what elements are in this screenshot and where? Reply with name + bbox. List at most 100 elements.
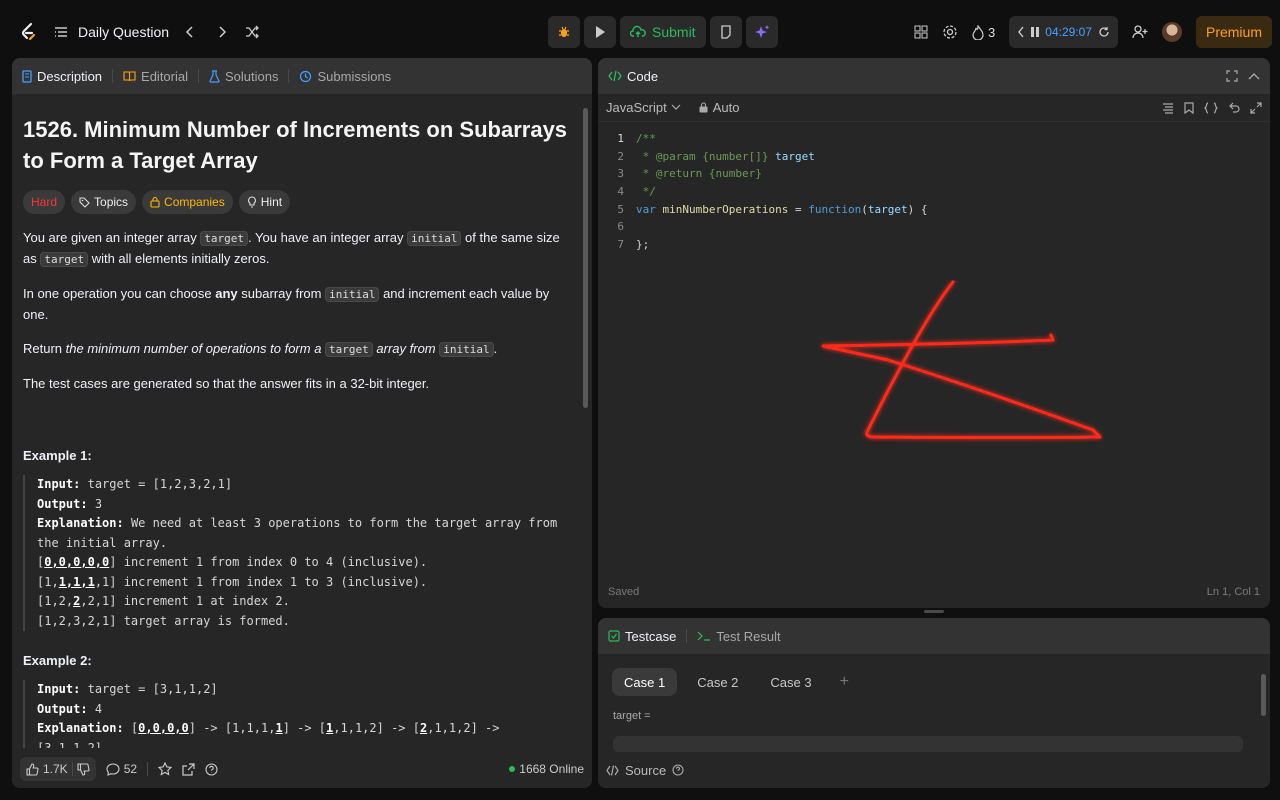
undo-icon[interactable] bbox=[1228, 102, 1240, 114]
case-3-tab[interactable]: Case 3 bbox=[758, 668, 823, 696]
bold-text: any bbox=[215, 286, 238, 301]
expand-icon[interactable] bbox=[1250, 101, 1262, 114]
code-line[interactable]: 2 * @param {number[]} target bbox=[598, 148, 1270, 166]
code-text: var minNumberOperations = function(targe… bbox=[628, 203, 927, 216]
online-dot bbox=[509, 766, 516, 772]
collapse-icon[interactable] bbox=[1248, 72, 1260, 80]
code-line[interactable]: 4 */ bbox=[598, 183, 1270, 201]
topics-badge[interactable]: Topics bbox=[71, 190, 137, 214]
share-icon[interactable] bbox=[182, 762, 195, 776]
testcase-scrollbar[interactable] bbox=[1261, 674, 1266, 716]
tab-separator bbox=[686, 629, 688, 643]
submit-button[interactable]: Submit bbox=[620, 16, 706, 48]
debug-button[interactable] bbox=[548, 16, 580, 48]
settings-gear-icon[interactable] bbox=[942, 24, 958, 40]
daily-question-title[interactable]: Daily Question bbox=[78, 24, 169, 40]
code-line[interactable]: 5 var minNumberOperations = function(targ… bbox=[598, 200, 1270, 218]
notes-button[interactable] bbox=[709, 16, 742, 48]
like-button[interactable]: 1.7K bbox=[20, 757, 96, 781]
step-text: [1,2,3,2,1] target array is formed. bbox=[37, 613, 290, 628]
reset-icon[interactable] bbox=[1098, 26, 1110, 38]
paragraph-4: The test cases are generated so that the… bbox=[23, 376, 430, 391]
help-icon[interactable] bbox=[205, 762, 218, 776]
cloud-upload-icon bbox=[630, 25, 646, 39]
code-token: * @param {number[]} bbox=[636, 149, 776, 163]
tab-separator bbox=[198, 69, 199, 83]
problem-badges: Hard Topics Companies Hint bbox=[23, 190, 567, 214]
target-input[interactable] bbox=[613, 736, 1243, 752]
explanation-label: Explanation: bbox=[37, 516, 124, 530]
premium-button[interactable]: Premium bbox=[1195, 16, 1272, 48]
language-select[interactable]: JavaScript bbox=[606, 100, 681, 115]
explanation-step: [1,1,1,1,1] increment 1 from index 1 to … bbox=[37, 573, 568, 593]
code-line[interactable]: 3 * @return {number} bbox=[598, 165, 1270, 183]
tab-submissions[interactable]: Submissions bbox=[299, 69, 391, 84]
format-icon[interactable] bbox=[1162, 102, 1174, 114]
step-highlight: 0,0,0,0 bbox=[138, 721, 189, 735]
auto-mode[interactable]: Auto bbox=[699, 100, 740, 115]
code-line[interactable]: 7}; bbox=[598, 236, 1270, 254]
code-token: ) { bbox=[907, 202, 928, 216]
companies-badge[interactable]: Companies bbox=[142, 190, 233, 214]
flask-icon bbox=[209, 69, 220, 83]
mode-label: Auto bbox=[712, 100, 740, 115]
leetcode-logo-icon[interactable] bbox=[16, 20, 40, 44]
lightbulb-icon bbox=[247, 196, 257, 208]
italic-text: the minimum number of operations to form… bbox=[65, 341, 326, 356]
pause-icon[interactable] bbox=[1031, 27, 1040, 37]
braces-icon[interactable] bbox=[1204, 101, 1218, 114]
step-text: [1,2, bbox=[37, 594, 74, 608]
problem-list-icon[interactable] bbox=[54, 25, 68, 39]
code-token: var bbox=[636, 202, 663, 216]
timer-widget[interactable]: 04:29:07 bbox=[1009, 16, 1118, 48]
code-token: }; bbox=[636, 237, 650, 251]
comments-icon[interactable] bbox=[106, 762, 120, 776]
step-text: ,2,1] increment 1 at index 2. bbox=[80, 594, 290, 608]
code-token: = bbox=[788, 202, 809, 216]
help-icon[interactable] bbox=[672, 764, 684, 776]
chevron-right-icon[interactable] bbox=[217, 25, 227, 39]
code-line[interactable]: 6 bbox=[598, 218, 1270, 236]
description-tabs: Description Editorial Solutions Submissi… bbox=[12, 58, 592, 94]
run-button[interactable] bbox=[584, 16, 616, 48]
companies-label: Companies bbox=[164, 195, 225, 209]
star-icon[interactable] bbox=[158, 762, 173, 776]
layout-icon[interactable] bbox=[914, 25, 928, 39]
tab-test-result[interactable]: Test Result bbox=[697, 629, 781, 644]
streak-counter[interactable]: 3 bbox=[972, 24, 995, 40]
chevron-left-icon[interactable] bbox=[1017, 26, 1025, 38]
code-line[interactable]: 1 /** bbox=[598, 130, 1270, 148]
inline-code: initial bbox=[439, 342, 494, 357]
inline-code: initial bbox=[407, 231, 462, 246]
add-case-button[interactable]: + bbox=[832, 673, 857, 691]
tab-testcase[interactable]: Testcase bbox=[608, 629, 676, 644]
footer-separator bbox=[147, 762, 149, 776]
tab-description[interactable]: Description bbox=[22, 69, 102, 84]
case-1-tab[interactable]: Case 1 bbox=[612, 668, 678, 696]
user-avatar[interactable] bbox=[1161, 22, 1182, 42]
maximize-icon[interactable] bbox=[1226, 70, 1238, 82]
shuffle-icon[interactable] bbox=[245, 25, 259, 39]
hint-badge[interactable]: Hint bbox=[238, 190, 291, 214]
tab-solutions[interactable]: Solutions bbox=[209, 69, 278, 84]
submit-label: Submit bbox=[652, 24, 696, 40]
history-icon bbox=[299, 70, 312, 83]
tab-editorial[interactable]: Editorial bbox=[123, 69, 188, 84]
case-2-tab[interactable]: Case 2 bbox=[685, 668, 750, 696]
bookmark-icon[interactable] bbox=[1184, 101, 1194, 114]
example-1-title: Example 1: bbox=[23, 448, 92, 463]
step-highlight: 0,0,0,0,0 bbox=[44, 555, 110, 569]
thumbs-down-icon[interactable] bbox=[77, 762, 90, 776]
chevron-left-icon[interactable] bbox=[185, 25, 195, 39]
ai-assistant-button[interactable] bbox=[745, 16, 778, 48]
tab-code[interactable]: Code bbox=[608, 69, 658, 84]
example-2-block: Input: target = [3,1,1,2] Output: 4 Expl… bbox=[23, 680, 568, 748]
comment-count[interactable]: 52 bbox=[124, 762, 137, 776]
tag-icon bbox=[79, 196, 90, 208]
panel-resize-handle[interactable] bbox=[924, 610, 944, 613]
add-friend-icon[interactable] bbox=[1132, 25, 1148, 39]
code-text: */ bbox=[628, 185, 656, 198]
bug-icon bbox=[557, 25, 571, 39]
description-scrollbar[interactable] bbox=[583, 108, 588, 408]
source-label[interactable]: Source bbox=[625, 763, 666, 778]
